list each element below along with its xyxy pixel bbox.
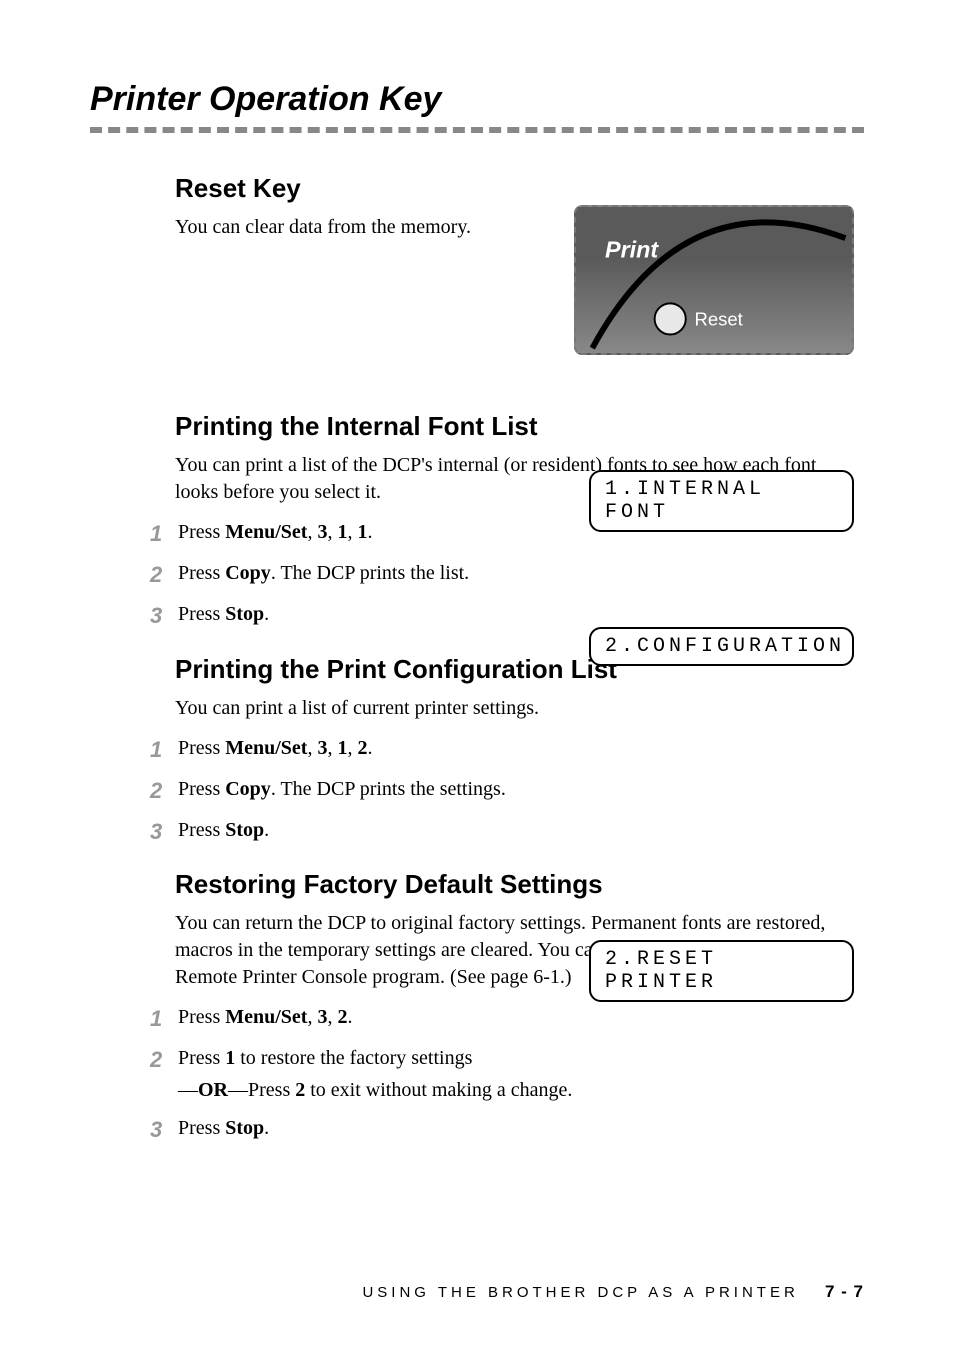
- step-row: 2 Press Copy. The DCP prints the setting…: [150, 773, 864, 808]
- step-row: 3 Press Stop.: [150, 1112, 864, 1147]
- page-footer: USING THE BROTHER DCP AS A PRINTER 7 - 7: [362, 1282, 864, 1302]
- internal-font-steps: 1 Press Menu/Set, 3, 1, 1. 2 Press Copy.…: [150, 516, 864, 634]
- page-number: 7 - 7: [825, 1282, 864, 1301]
- print-panel-illustration: Print Reset: [574, 205, 854, 355]
- step-text: Press 1 to restore the factory settings …: [178, 1042, 864, 1106]
- step-row: 2 Press Copy. The DCP prints the list.: [150, 557, 864, 592]
- step-row: 1 Press Menu/Set, 3, 1, 2.: [150, 732, 864, 767]
- step-number: 2: [150, 1042, 178, 1077]
- step-number: 3: [150, 814, 178, 849]
- reset-key-heading: Reset Key: [175, 173, 864, 204]
- reset-label: Reset: [695, 309, 743, 330]
- internal-font-heading: Printing the Internal Font List: [175, 411, 864, 442]
- step-row: 2 Press 1 to restore the factory setting…: [150, 1042, 864, 1106]
- step-number: 1: [150, 516, 178, 551]
- reset-button-circle: [655, 303, 686, 334]
- step-number: 2: [150, 773, 178, 808]
- step-row: 3 Press Stop.: [150, 814, 864, 849]
- lcd-display-internal-font: 1.INTERNAL FONT: [589, 470, 854, 532]
- step-number: 3: [150, 1112, 178, 1147]
- config-list-intro: You can print a list of current printer …: [175, 695, 555, 722]
- step-text: Press Menu/Set, 3, 1, 2.: [178, 732, 864, 764]
- step-text: Press Stop.: [178, 814, 864, 846]
- factory-reset-heading: Restoring Factory Default Settings: [175, 869, 864, 900]
- dashed-separator: [90, 127, 864, 133]
- step-text: Press Menu/Set, 3, 2.: [178, 1001, 864, 1033]
- step-number: 2: [150, 557, 178, 592]
- lcd-display-configuration: 2.CONFIGURATION: [589, 627, 854, 666]
- print-label: Print: [605, 237, 659, 263]
- step-number: 3: [150, 598, 178, 633]
- footer-text: USING THE BROTHER DCP AS A PRINTER: [362, 1284, 798, 1301]
- step-number: 1: [150, 1001, 178, 1036]
- lcd-display-reset-printer: 2.RESET PRINTER: [589, 940, 854, 1002]
- step-number: 1: [150, 732, 178, 767]
- step-text: Press Copy. The DCP prints the list.: [178, 557, 864, 589]
- config-list-steps: 1 Press Menu/Set, 3, 1, 2. 2 Press Copy.…: [150, 732, 864, 850]
- factory-reset-steps: 1 Press Menu/Set, 3, 2. 2 Press 1 to res…: [150, 1001, 864, 1147]
- step-text: Press Copy. The DCP prints the settings.: [178, 773, 864, 805]
- step-text: Press Stop.: [178, 1112, 864, 1144]
- step-text: Press Stop.: [178, 598, 864, 630]
- print-panel-svg: Print Reset: [576, 207, 852, 353]
- step-row: 1 Press Menu/Set, 3, 2.: [150, 1001, 864, 1036]
- main-heading: Printer Operation Key: [90, 80, 864, 119]
